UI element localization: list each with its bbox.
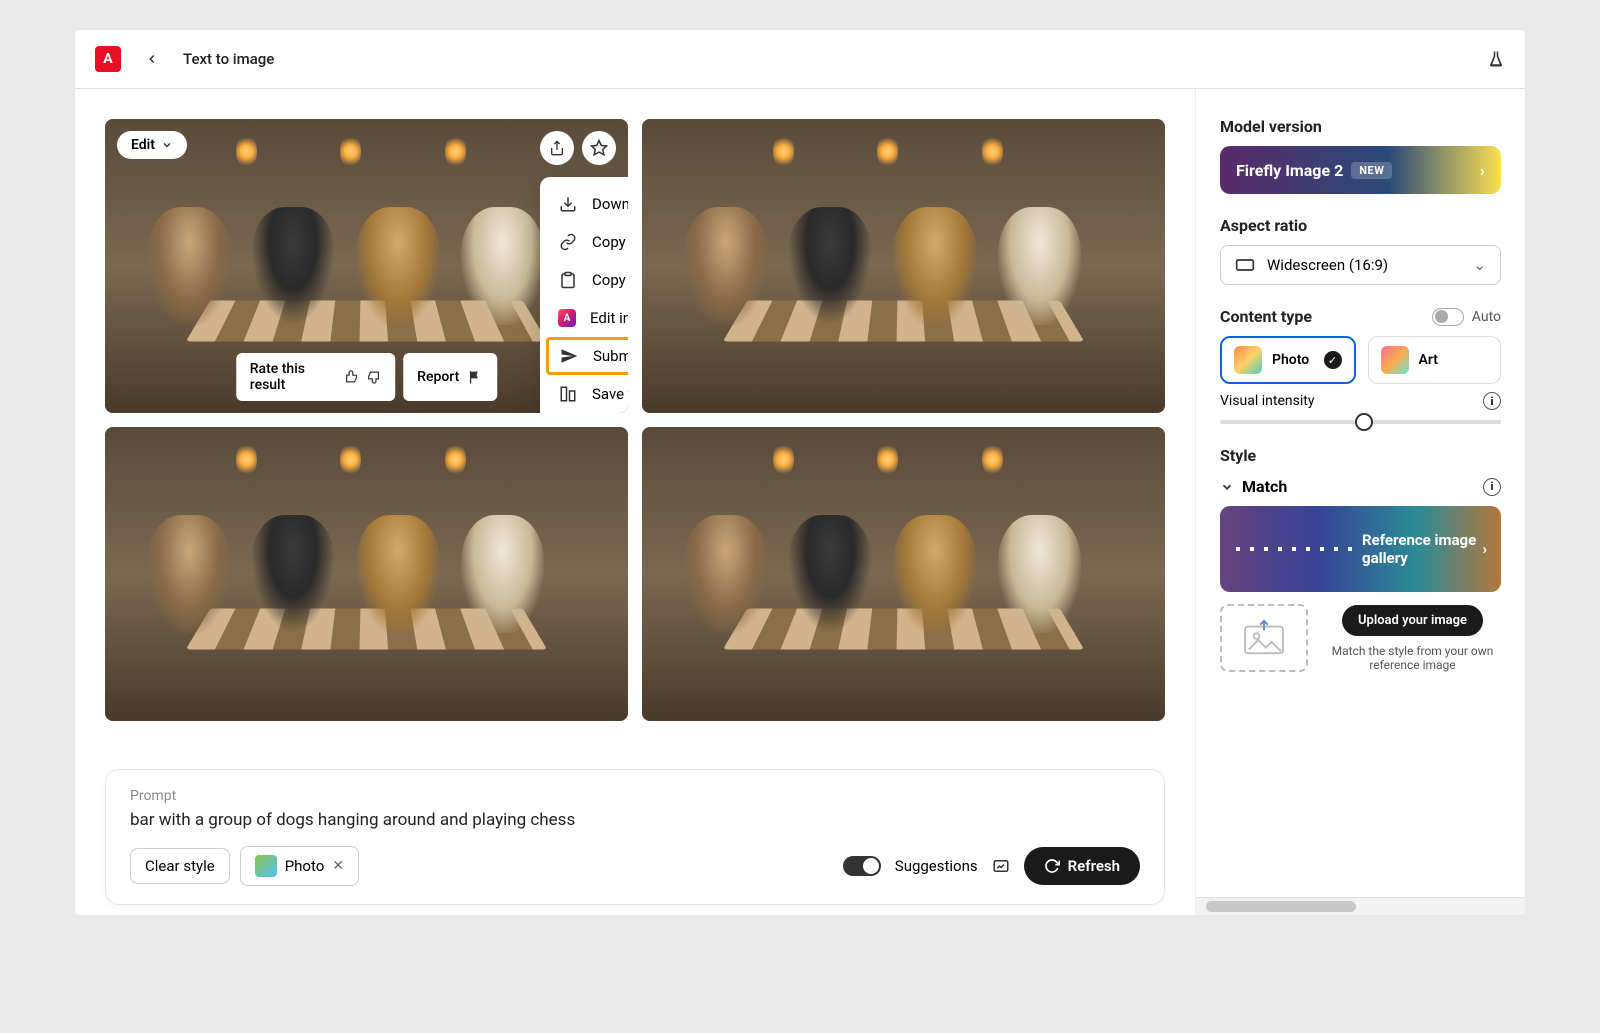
model-selector[interactable]: Firefly Image 2 NEW ›	[1220, 146, 1501, 194]
result-tile-3[interactable]	[105, 427, 628, 721]
send-icon	[559, 347, 579, 365]
aspect-ratio-label: Aspect ratio	[1220, 216, 1501, 235]
content-type-label: Content type	[1220, 307, 1312, 326]
upload-image-icon	[1241, 619, 1287, 657]
info-icon[interactable]: i	[1483, 392, 1501, 410]
chevron-down-icon[interactable]	[1220, 480, 1234, 494]
photo-style-chip[interactable]: Photo ✕	[240, 846, 359, 886]
art-type-icon	[1381, 346, 1409, 374]
chevron-right-icon: ›	[1482, 540, 1501, 558]
download-icon	[558, 195, 578, 213]
horizontal-scrollbar[interactable]	[1196, 897, 1525, 915]
match-label: Match	[1242, 477, 1287, 496]
back-button[interactable]	[137, 48, 167, 70]
chevron-down-icon: ⌄	[1473, 256, 1486, 274]
share-button[interactable]: Download Copy link Copy image	[540, 131, 574, 165]
chevron-right-icon: ›	[1480, 161, 1485, 180]
auto-toggle[interactable]	[1432, 308, 1464, 326]
model-version-label: Model version	[1220, 117, 1501, 136]
star-icon	[590, 139, 608, 157]
grid-icon	[1236, 547, 1352, 551]
share-icon	[549, 140, 565, 156]
prompt-label: Prompt	[130, 788, 1140, 804]
photo-type-icon	[1234, 346, 1262, 374]
prompt-panel: Prompt bar with a group of dogs hanging …	[105, 769, 1165, 905]
suggestions-toggle[interactable]	[843, 856, 881, 876]
beaker-icon[interactable]	[1487, 49, 1505, 69]
suggestions-label: Suggestions	[895, 857, 978, 875]
info-icon[interactable]: i	[1483, 478, 1501, 496]
prompt-text[interactable]: bar with a group of dogs hanging around …	[130, 810, 1140, 830]
result-tile-2[interactable]	[642, 119, 1165, 413]
check-icon: ✓	[1324, 351, 1342, 369]
close-icon[interactable]: ✕	[332, 858, 344, 874]
upload-image-button[interactable]: Upload your image	[1342, 605, 1483, 636]
reference-gallery-button[interactable]: Reference image gallery ›	[1220, 506, 1501, 592]
edit-button[interactable]: Edit	[117, 131, 187, 159]
upload-description: Match the style from your own reference …	[1324, 644, 1501, 672]
new-badge: NEW	[1351, 162, 1392, 179]
rate-result[interactable]: Rate this result	[236, 353, 395, 401]
clipboard-icon	[558, 271, 578, 289]
favorite-button[interactable]	[582, 131, 616, 165]
report-button[interactable]: Report	[403, 353, 497, 401]
visual-intensity-slider[interactable]	[1220, 420, 1501, 424]
menu-edit-express[interactable]: A Edit in Adobe Express	[540, 299, 628, 337]
content-type-art[interactable]: Art	[1368, 336, 1502, 384]
result-tile-1[interactable]: Edit Download	[105, 119, 628, 413]
page-title: Text to image	[183, 50, 274, 68]
suggestions-icon	[992, 857, 1010, 875]
menu-copy-link[interactable]: Copy link	[540, 223, 628, 261]
flag-icon	[467, 369, 483, 385]
widescreen-icon	[1235, 258, 1255, 272]
upload-dropzone[interactable]	[1220, 604, 1308, 672]
clear-style-button[interactable]: Clear style	[130, 848, 230, 884]
adobe-express-icon: A	[558, 309, 576, 327]
menu-save-library[interactable]: Save to library	[540, 375, 628, 413]
result-tile-4[interactable]	[642, 427, 1165, 721]
library-icon	[558, 385, 578, 403]
thumbs-down-icon[interactable]	[367, 369, 382, 385]
refresh-button[interactable]: Refresh	[1024, 847, 1140, 885]
adobe-logo[interactable]: A	[95, 46, 121, 72]
chevron-down-icon	[161, 139, 173, 151]
menu-copy-image[interactable]: Copy image	[540, 261, 628, 299]
menu-submit-community[interactable]: Submit to Firefly Community	[546, 337, 628, 375]
visual-intensity-label: Visual intensity	[1220, 393, 1314, 409]
photo-thumb-icon	[255, 855, 277, 877]
thumbs-up-icon[interactable]	[344, 369, 359, 385]
style-label: Style	[1220, 446, 1501, 465]
content-type-photo[interactable]: Photo ✓	[1220, 336, 1356, 384]
link-icon	[558, 233, 578, 251]
aspect-ratio-select[interactable]: Widescreen (16:9) ⌄	[1220, 245, 1501, 285]
share-menu: Download Copy link Copy image	[540, 177, 628, 413]
menu-download[interactable]: Download	[540, 185, 628, 223]
settings-sidebar: Model version Firefly Image 2 NEW › Aspe…	[1195, 89, 1525, 915]
refresh-icon	[1044, 858, 1060, 874]
